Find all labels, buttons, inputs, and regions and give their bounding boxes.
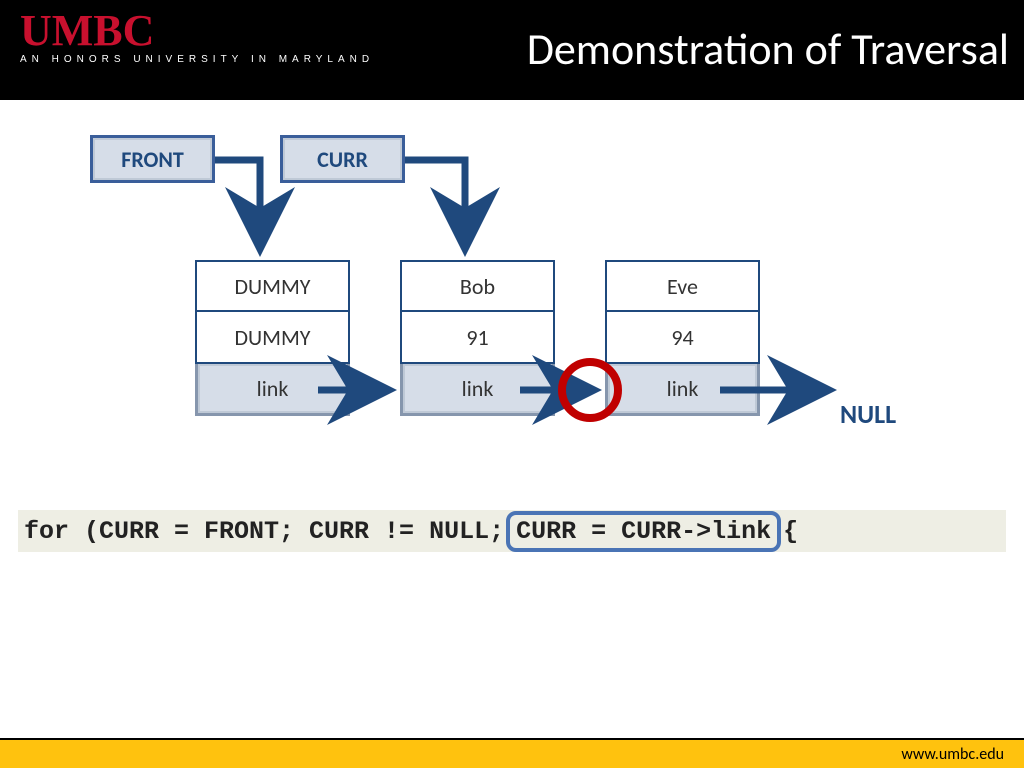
code-line: for (CURR = FRONT; CURR != NULL; CURR = … (18, 510, 1006, 552)
umbc-logo: UMBC AN HONORS UNIVERSITY IN MARYLAND (20, 5, 374, 65)
linked-list-diagram: FRONT CURR DUMMY DUMMY link Bob 91 link … (0, 130, 1024, 490)
footer-url: www.umbc.edu (901, 745, 1004, 764)
arrows-svg (0, 130, 1024, 490)
logo-subtitle: AN HONORS UNIVERSITY IN MARYLAND (20, 54, 374, 65)
code-part1: for (CURR = FRONT; CURR != NULL; (24, 517, 504, 546)
slide-header: UMBC AN HONORS UNIVERSITY IN MARYLAND De… (0, 0, 1024, 100)
code-highlight: CURR = CURR->link (506, 511, 781, 552)
footer-bar: www.umbc.edu (0, 738, 1024, 768)
slide-title: Demonstration of Traversal (527, 22, 1009, 76)
code-part2: { (783, 517, 798, 546)
logo-text: UMBC (20, 5, 374, 56)
